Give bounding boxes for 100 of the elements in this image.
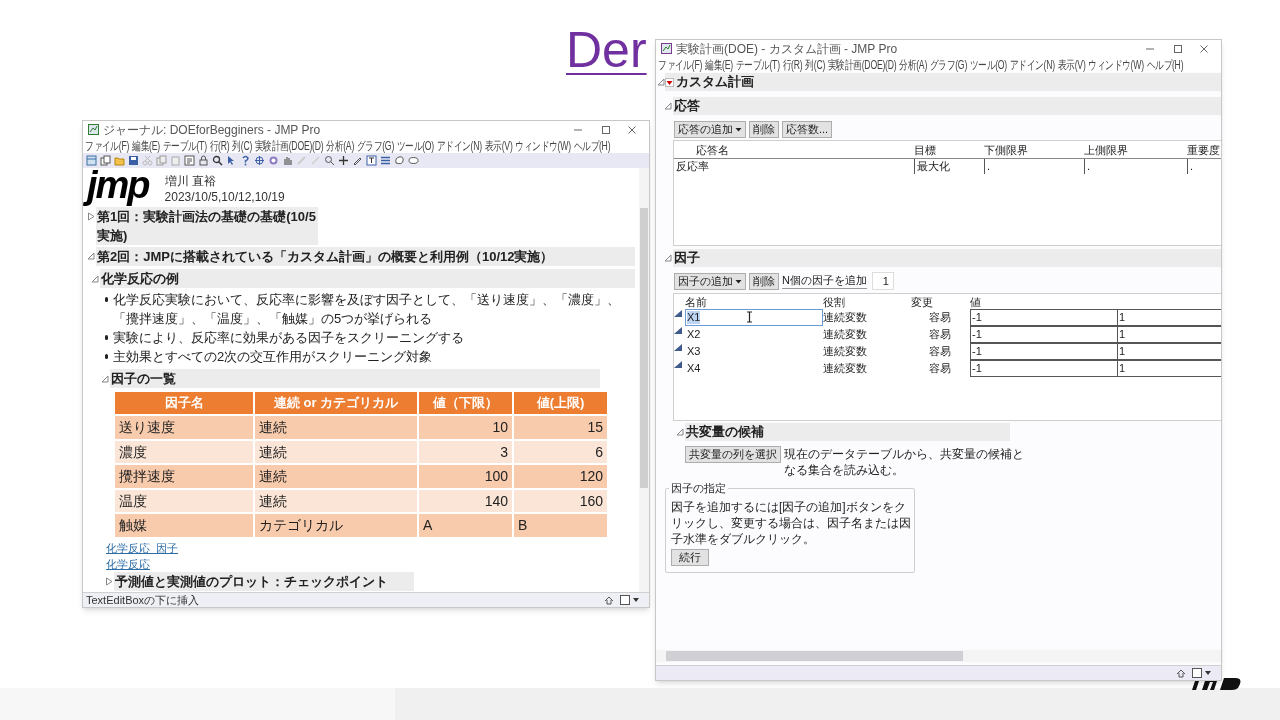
input-field[interactable]: -1 (970, 343, 1117, 360)
zoom-icon[interactable] (324, 155, 335, 166)
crosshair-icon[interactable] (254, 155, 265, 166)
close-icon[interactable] (627, 124, 637, 135)
menu-item[interactable]: 編集(E) (705, 57, 733, 72)
menu-item[interactable]: ヘルプ(H) (573, 138, 611, 153)
menu-item[interactable]: テーブル(T) (162, 138, 207, 153)
name-field[interactable]: X1 (685, 309, 823, 326)
button[interactable]: 共変量の列を選択 (685, 446, 781, 463)
menu-item[interactable]: 行(R) (209, 138, 230, 153)
menu-item[interactable]: 表示(V) (484, 138, 513, 153)
maximize-icon[interactable] (1173, 43, 1183, 54)
name-field[interactable]: X3 (685, 343, 823, 360)
collapse-triangle-icon[interactable] (87, 212, 95, 221)
home-icon[interactable] (604, 595, 614, 605)
input-field[interactable]: 1 (1117, 309, 1221, 326)
outline-heading[interactable]: 第1回：実験計画法の基礎の基礎(10/5実施) (96, 207, 318, 245)
link[interactable]: 化学反応_因子 (106, 539, 179, 556)
plus-icon[interactable] (338, 155, 349, 166)
square-icon[interactable] (620, 595, 630, 605)
expand-triangle-icon[interactable] (87, 252, 95, 260)
input-field[interactable]: -1 (970, 309, 1117, 326)
menu-item[interactable]: ツール(O) (396, 138, 434, 153)
row-marker-icon[interactable] (674, 361, 683, 369)
expand-triangle-icon[interactable] (664, 102, 672, 110)
expand-triangle-icon[interactable] (657, 78, 665, 86)
close-icon[interactable] (1199, 43, 1209, 54)
input-field[interactable]: 1 (871, 272, 894, 290)
vertical-scrollbar[interactable] (639, 168, 649, 592)
script-icon[interactable] (184, 155, 195, 166)
menu-item[interactable]: 実験計画(DOE)(D) (828, 57, 897, 72)
question-icon[interactable] (240, 155, 251, 166)
menu-item[interactable]: 表示(V) (1057, 57, 1086, 72)
copy-icon[interactable] (100, 155, 111, 166)
maximize-icon[interactable] (601, 124, 611, 135)
section-heading[interactable]: 化学反応の例 (100, 269, 635, 288)
horizontal-scrollbar[interactable] (656, 650, 1221, 662)
button[interactable]: 削除 (749, 272, 779, 290)
menu-item[interactable]: ファイル(F) (85, 138, 130, 153)
pencil-icon[interactable] (352, 155, 363, 166)
input-field[interactable]: 1 (1117, 343, 1221, 360)
menu-item[interactable]: 列(C) (232, 138, 253, 153)
expand-triangle-icon[interactable] (91, 274, 99, 283)
lock-icon[interactable] (198, 155, 209, 166)
table-icon[interactable] (86, 155, 97, 166)
square-icon[interactable] (1192, 668, 1202, 678)
menu-item[interactable]: テーブル(T) (735, 57, 780, 72)
menu-item[interactable]: ファイル(F) (658, 57, 703, 72)
menu-item[interactable]: 分析(A) (899, 57, 928, 72)
menu-item[interactable]: ウィンドウ(W) (1088, 57, 1144, 72)
name-field[interactable]: X4 (685, 360, 823, 377)
row-marker-icon[interactable] (674, 310, 683, 318)
menu-item[interactable]: ツール(O) (969, 57, 1007, 72)
menu-triangle-icon[interactable] (665, 77, 674, 87)
section-heading[interactable]: 予測値と実測値のプロット：チェックポイント (114, 571, 414, 591)
button[interactable]: 続行 (671, 549, 709, 566)
caret-icon[interactable] (632, 596, 640, 604)
input-field[interactable]: 1 (1117, 360, 1221, 377)
dropdown-button[interactable]: 応答の追加 (674, 121, 746, 138)
input-field[interactable]: -1 (970, 360, 1117, 377)
row-marker-icon[interactable] (674, 344, 683, 352)
outline-heading[interactable]: カスタム計画 (676, 72, 754, 92)
save-icon[interactable] (128, 155, 139, 166)
menu-item[interactable]: 分析(A) (326, 138, 355, 153)
menu-item[interactable]: 行(R) (782, 57, 803, 72)
outline-heading[interactable]: 第2回：JMPに搭載されている「カスタム計画」の概要と利用例（10/12実施） (96, 247, 635, 266)
expand-triangle-icon[interactable] (676, 428, 684, 436)
ellipse-icon[interactable] (408, 155, 419, 166)
blob-icon[interactable] (394, 155, 405, 166)
row-marker-icon[interactable] (674, 327, 683, 335)
menu-item[interactable]: グラフ(G) (356, 138, 395, 153)
menu-item[interactable]: ヘルプ(H) (1146, 57, 1184, 72)
home-icon[interactable] (1176, 668, 1186, 678)
dropdown-button[interactable]: 因子の追加 (674, 272, 746, 290)
menu-item[interactable]: 実験計画(DOE)(D) (255, 138, 324, 153)
section-heading[interactable]: 因子の一覧 (110, 369, 600, 388)
collapse-triangle-icon[interactable] (105, 576, 113, 586)
expand-triangle-icon[interactable] (664, 254, 672, 262)
text-box-icon[interactable] (366, 155, 377, 166)
menu-item[interactable]: グラフ(G) (929, 57, 968, 72)
expand-triangle-icon[interactable] (101, 374, 109, 383)
section-heading[interactable]: 因子 (673, 249, 1221, 267)
input-field[interactable]: 1 (1117, 326, 1221, 343)
button[interactable]: 削除 (749, 121, 779, 138)
name-field[interactable]: X2 (685, 326, 823, 343)
section-heading[interactable]: 応答 (673, 97, 1221, 115)
menu-item[interactable]: アドイン(N) (436, 138, 482, 153)
link[interactable]: 化学反応 (106, 555, 150, 572)
target-icon[interactable] (268, 155, 279, 166)
section-heading[interactable]: 共変量の候補 (685, 423, 1010, 441)
input-field[interactable]: -1 (970, 326, 1117, 343)
button[interactable]: 応答数... (782, 121, 833, 138)
menu-item[interactable]: ウィンドウ(W) (515, 138, 571, 153)
search-icon[interactable] (212, 155, 223, 166)
lines-icon[interactable] (380, 155, 391, 166)
scrollbar-thumb[interactable] (640, 208, 648, 488)
scrollbar-thumb[interactable] (666, 651, 963, 661)
menu-item[interactable]: 編集(E) (132, 138, 160, 153)
menu-item[interactable]: 列(C) (805, 57, 826, 72)
menu-item[interactable]: アドイン(N) (1009, 57, 1055, 72)
